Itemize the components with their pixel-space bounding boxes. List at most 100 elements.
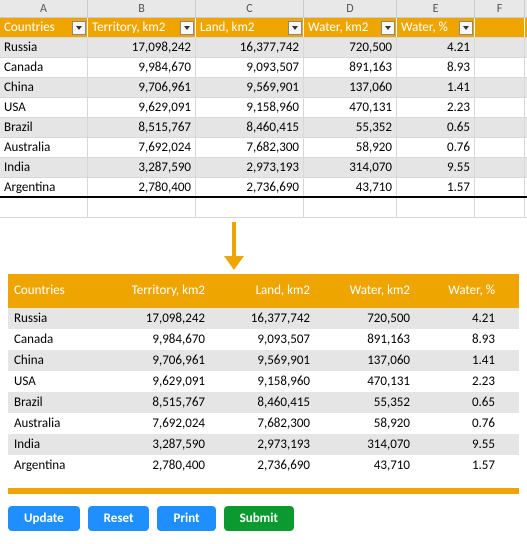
ocell-land: 9,569,901 (213, 350, 318, 371)
cell-country[interactable]: USA (0, 98, 88, 117)
cell-land[interactable]: 9,158,960 (196, 98, 304, 117)
cell-country[interactable]: Argentina (0, 178, 88, 196)
ocell-water: 58,920 (318, 413, 418, 434)
reset-button[interactable]: Reset (88, 506, 150, 531)
cell-territory[interactable]: 8,515,767 (88, 118, 196, 137)
filter-icon[interactable] (381, 21, 395, 35)
ocell-territory: 9,629,091 (98, 371, 213, 392)
ocell-water: 314,070 (318, 434, 418, 455)
oh-land: Land, km2 (213, 274, 318, 308)
table-row: Brazil8,515,7678,460,41555,3520.65 (0, 118, 527, 138)
cell-waterpct[interactable]: 9.55 (397, 158, 475, 177)
col-header-B[interactable]: B (88, 0, 196, 17)
th-territory: Territory, km2 (88, 18, 196, 37)
update-button[interactable]: Update (8, 506, 80, 531)
ocell-territory: 9,984,670 (98, 329, 213, 350)
output-row: India3,287,5902,973,193314,0709.55 (8, 434, 519, 455)
th-countries: Countries (0, 18, 88, 37)
submit-button[interactable]: Submit (224, 506, 294, 531)
output-row: China9,706,9619,569,901137,0601.41 (8, 350, 519, 371)
output-table: Countries Territory, km2 Land, km2 Water… (8, 274, 519, 476)
column-header-row: A B C D E F (0, 0, 527, 18)
cell-country[interactable]: Australia (0, 138, 88, 157)
ocell-water: 720,500 (318, 308, 418, 329)
table-row: China9,706,9619,569,901137,0601.41 (0, 78, 527, 98)
cell-water[interactable]: 470,131 (304, 98, 397, 117)
ocell-water: 43,710 (318, 455, 418, 476)
ocell-waterpct: 0.65 (418, 392, 503, 413)
cell-country[interactable]: Canada (0, 58, 88, 77)
ocell-territory: 7,692,024 (98, 413, 213, 434)
cell-water[interactable]: 55,352 (304, 118, 397, 137)
output-row: Australia7,692,0247,682,30058,9200.76 (8, 413, 519, 434)
ocell-land: 2,973,193 (213, 434, 318, 455)
ocell-waterpct: 0.76 (418, 413, 503, 434)
cell-territory[interactable]: 9,629,091 (88, 98, 196, 117)
cell-territory[interactable]: 9,984,670 (88, 58, 196, 77)
ocell-land: 7,682,300 (213, 413, 318, 434)
cell-waterpct[interactable]: 4.21 (397, 38, 475, 57)
ocell-water: 470,131 (318, 371, 418, 392)
ocell-country: Argentina (8, 455, 98, 476)
cell-land[interactable]: 7,682,300 (196, 138, 304, 157)
button-row: Update Reset Print Submit (8, 506, 519, 531)
cell-territory[interactable]: 3,287,590 (88, 158, 196, 177)
ocell-territory: 2,780,400 (98, 455, 213, 476)
cell-land[interactable]: 2,736,690 (196, 178, 304, 196)
ocell-waterpct: 8.93 (418, 329, 503, 350)
cell-waterpct[interactable]: 1.41 (397, 78, 475, 97)
output-row: Argentina2,780,4002,736,69043,7101.57 (8, 455, 519, 476)
cell-territory[interactable]: 2,780,400 (88, 178, 196, 196)
cell-waterpct[interactable]: 2.23 (397, 98, 475, 117)
ocell-waterpct: 9.55 (418, 434, 503, 455)
oh-waterpct: Water, % (418, 274, 503, 308)
cell-water[interactable]: 891,163 (304, 58, 397, 77)
ocell-country: USA (8, 371, 98, 392)
empty-row (0, 198, 527, 218)
filter-icon[interactable] (72, 21, 86, 35)
ocell-country: Australia (8, 413, 98, 434)
ocell-territory: 9,706,961 (98, 350, 213, 371)
ocell-water: 137,060 (318, 350, 418, 371)
table-header-row: Countries Territory, km2 Land, km2 Water… (0, 18, 527, 38)
col-header-F[interactable]: F (475, 0, 525, 17)
ocell-waterpct: 2.23 (418, 371, 503, 392)
col-header-E[interactable]: E (397, 0, 475, 17)
ocell-land: 16,377,742 (213, 308, 318, 329)
cell-waterpct[interactable]: 0.76 (397, 138, 475, 157)
cell-land[interactable]: 16,377,742 (196, 38, 304, 57)
cell-water[interactable]: 43,710 (304, 178, 397, 196)
cell-territory[interactable]: 17,098,242 (88, 38, 196, 57)
cell-waterpct[interactable]: 0.65 (397, 118, 475, 137)
cell-country[interactable]: Brazil (0, 118, 88, 137)
cell-water[interactable]: 720,500 (304, 38, 397, 57)
filter-icon[interactable] (180, 21, 194, 35)
cell-water[interactable]: 58,920 (304, 138, 397, 157)
cell-country[interactable]: Russia (0, 38, 88, 57)
print-button[interactable]: Print (157, 506, 215, 531)
output-row: Canada9,984,6709,093,507891,1638.93 (8, 329, 519, 350)
filter-icon[interactable] (459, 21, 473, 35)
cell-country[interactable]: India (0, 158, 88, 177)
col-header-C[interactable]: C (196, 0, 304, 17)
cell-land[interactable]: 2,973,193 (196, 158, 304, 177)
cell-water[interactable]: 137,060 (304, 78, 397, 97)
output-row: Brazil8,515,7678,460,41555,3520.65 (8, 392, 519, 413)
cell-territory[interactable]: 9,706,961 (88, 78, 196, 97)
table-row: Russia17,098,24216,377,742720,5004.21 (0, 38, 527, 58)
table-row: Argentina2,780,4002,736,69043,7101.57 (0, 178, 527, 198)
cell-land[interactable]: 9,093,507 (196, 58, 304, 77)
ocell-waterpct: 4.21 (418, 308, 503, 329)
cell-water[interactable]: 314,070 (304, 158, 397, 177)
cell-territory[interactable]: 7,692,024 (88, 138, 196, 157)
cell-land[interactable]: 9,569,901 (196, 78, 304, 97)
cell-country[interactable]: China (0, 78, 88, 97)
col-header-A[interactable]: A (0, 0, 88, 17)
col-header-D[interactable]: D (304, 0, 397, 17)
cell-waterpct[interactable]: 8.93 (397, 58, 475, 77)
filter-icon[interactable] (288, 21, 302, 35)
ocell-territory: 17,098,242 (98, 308, 213, 329)
cell-waterpct[interactable]: 1.57 (397, 178, 475, 196)
cell-land[interactable]: 8,460,415 (196, 118, 304, 137)
table-row: Canada9,984,6709,093,507891,1638.93 (0, 58, 527, 78)
